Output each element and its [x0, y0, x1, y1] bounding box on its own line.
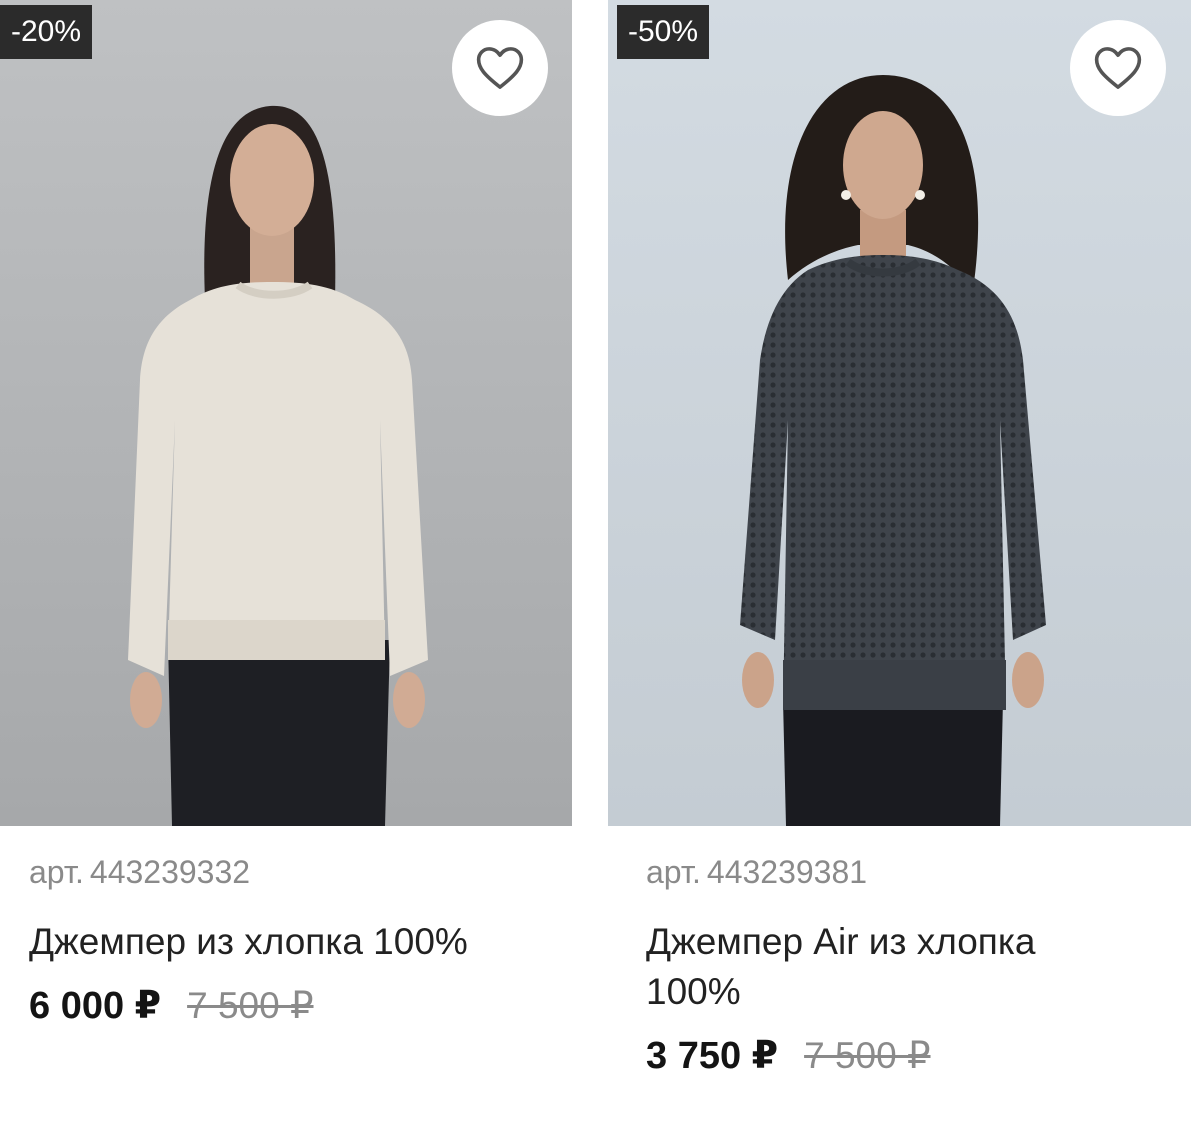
price-block: 6 000 ₽ 7 500 ₽: [29, 983, 572, 1028]
article-prefix: арт.: [646, 854, 701, 890]
product-image[interactable]: -50%: [608, 0, 1191, 826]
discount-badge: -20%: [0, 5, 93, 59]
article-number: арт. 443239332: [29, 854, 572, 890]
heart-icon: [1094, 47, 1142, 89]
favorite-button[interactable]: [1070, 20, 1166, 116]
article-value: 443239332: [89, 854, 251, 890]
product-name[interactable]: Джемпер Air из хлопка 100%: [646, 917, 1106, 1017]
model-mesh-sweater-image: [608, 0, 1191, 826]
current-price: 3 750 ₽: [646, 1035, 779, 1077]
old-price: 7 500 ₽: [187, 985, 314, 1026]
favorite-button[interactable]: [452, 20, 548, 116]
article-prefix: арт.: [29, 854, 84, 890]
product-image[interactable]: -20%: [0, 0, 572, 826]
discount-badge: -50%: [617, 5, 710, 59]
article-value: 443239381: [706, 854, 868, 890]
product-card[interactable]: -50% арт. 443239381 Джемпер Air из хлопка…: [608, 0, 1191, 1078]
product-name[interactable]: Джемпер из хлопка 100%: [29, 917, 529, 967]
product-card[interactable]: -20% арт. 443239332 Джемпер из хлопка 100…: [0, 0, 572, 1028]
article-number: арт. 443239381: [646, 854, 1191, 890]
model-cream-sweater-image: [0, 0, 572, 826]
heart-icon: [476, 47, 524, 89]
current-price: 6 000 ₽: [29, 985, 162, 1027]
old-price: 7 500 ₽: [804, 1035, 931, 1076]
price-block: 3 750 ₽ 7 500 ₽: [646, 1033, 1191, 1078]
